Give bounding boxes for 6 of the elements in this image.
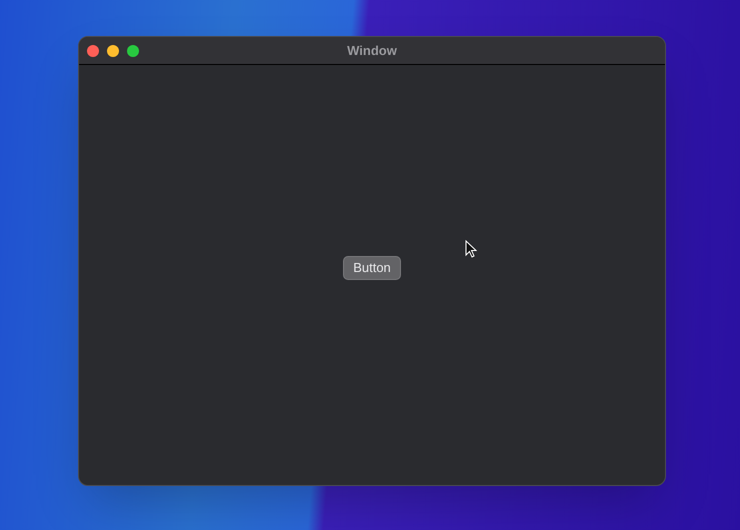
push-button[interactable]: Button bbox=[343, 256, 401, 280]
window-title: Window bbox=[347, 42, 397, 60]
close-button[interactable] bbox=[87, 44, 99, 56]
minimize-button[interactable] bbox=[107, 44, 119, 56]
pointer-icon bbox=[465, 240, 477, 258]
zoom-button[interactable] bbox=[127, 44, 139, 56]
